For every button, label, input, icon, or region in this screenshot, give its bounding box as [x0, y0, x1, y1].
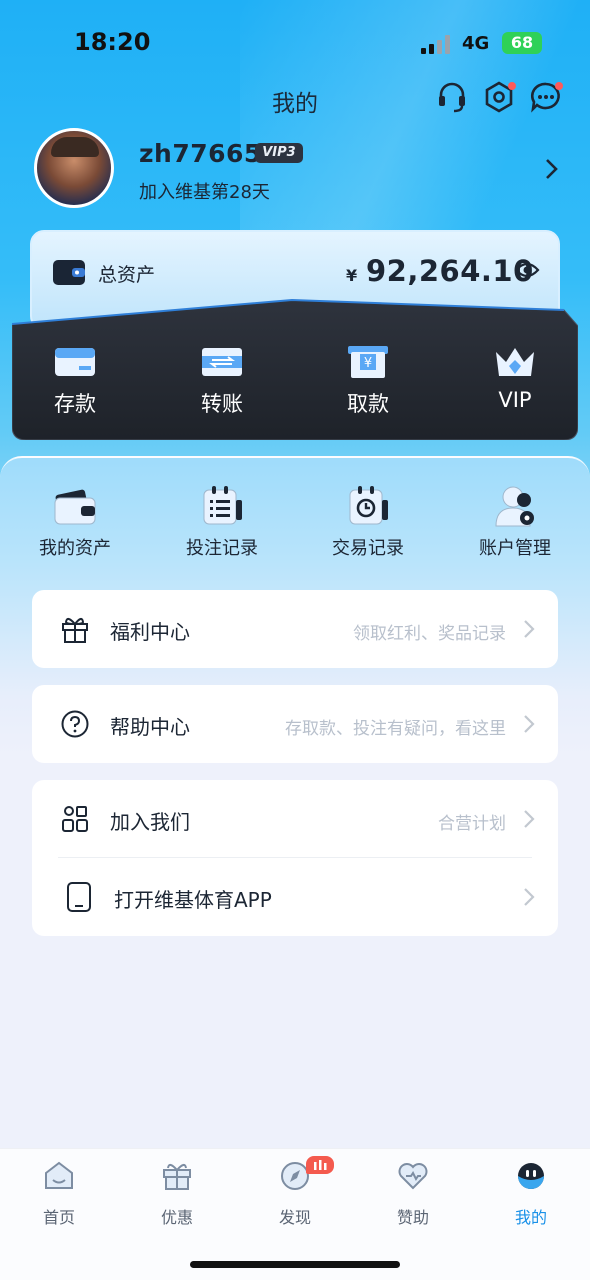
settings-icon[interactable]	[482, 80, 516, 114]
chevron-right-icon[interactable]	[540, 156, 564, 182]
network-type: 4G	[462, 33, 490, 54]
vip-badge: VIP3	[255, 143, 303, 163]
deposit-card-icon	[53, 344, 97, 380]
status-bar: 18:20 4G 68	[0, 0, 590, 88]
bet-record-label: 投注记录	[186, 538, 258, 559]
live-badge-icon	[306, 1156, 334, 1174]
tab-home-label: 首页	[42, 1208, 75, 1227]
svg-text:¥: ¥	[364, 356, 372, 371]
bet-record-icon	[200, 484, 244, 528]
profile-face-icon	[515, 1160, 547, 1192]
tab-home[interactable]: 首页	[19, 1160, 99, 1230]
help-icon	[60, 709, 90, 739]
settings-notification-dot	[508, 82, 516, 90]
messages-icon[interactable]	[529, 80, 563, 114]
withdraw-button[interactable]: ¥ 取款	[323, 340, 413, 420]
bet-record-button[interactable]: 投注记录	[152, 484, 292, 564]
tab-mine-label: 我的	[514, 1208, 547, 1227]
chevron-right-icon	[522, 808, 536, 830]
joined-days: 加入维基第28天	[139, 182, 270, 203]
transaction-record-button[interactable]: 交易记录	[298, 484, 438, 564]
join-us-hint: 合营计划	[438, 814, 506, 834]
vip-label: VIP	[498, 388, 532, 412]
transfer-icon	[200, 344, 244, 380]
battery-indicator: 68	[502, 32, 542, 54]
customer-service-icon[interactable]	[435, 80, 469, 114]
withdraw-icon: ¥	[346, 344, 390, 380]
my-assets-button[interactable]: 我的资产	[5, 484, 145, 564]
help-center-title: 帮助中心	[110, 715, 190, 739]
home-icon	[43, 1160, 75, 1192]
open-app-row[interactable]: 打开维基体育APP	[32, 858, 558, 936]
help-center-hint: 存取款、投注有疑问，看这里	[285, 719, 506, 739]
account-settings-icon	[493, 484, 537, 528]
transaction-record-icon	[346, 484, 390, 528]
gift-icon	[161, 1160, 193, 1192]
welfare-center-card: 福利中心 领取红利、奖品记录	[32, 590, 558, 668]
tab-discover-label: 发现	[278, 1208, 311, 1227]
wallet-icon	[53, 484, 97, 528]
account-management-button[interactable]: 账户管理	[445, 484, 585, 564]
deposit-button[interactable]: 存款	[30, 340, 120, 420]
eye-icon[interactable]	[514, 260, 540, 280]
total-assets-label: 总资产	[98, 264, 156, 286]
transfer-button[interactable]: 转账	[177, 340, 267, 420]
team-icon	[60, 804, 90, 834]
vip-button[interactable]: VIP	[470, 340, 560, 420]
heart-icon	[397, 1160, 429, 1192]
welfare-center-row[interactable]: 福利中心 领取红利、奖品记录	[32, 590, 558, 668]
join-us-title: 加入我们	[110, 810, 190, 834]
withdraw-label: 取款	[347, 392, 389, 416]
welfare-center-hint: 领取红利、奖品记录	[353, 624, 506, 644]
messages-notification-dot	[555, 82, 563, 90]
chevron-right-icon	[522, 713, 536, 735]
transaction-record-label: 交易记录	[332, 538, 404, 559]
join-us-row[interactable]: 加入我们 合营计划	[32, 780, 558, 858]
join-card: 加入我们 合营计划 打开维基体育APP	[32, 780, 558, 936]
signal-icon	[421, 34, 451, 54]
open-app-title: 打开维基体育APP	[114, 888, 272, 912]
account-management-label: 账户管理	[479, 538, 551, 559]
avatar[interactable]	[34, 128, 114, 208]
crown-icon	[493, 344, 537, 380]
chevron-right-icon	[522, 886, 536, 908]
home-indicator	[190, 1261, 400, 1268]
transfer-label: 转账	[201, 392, 243, 416]
help-center-card: 帮助中心 存取款、投注有疑问，看这里	[32, 685, 558, 763]
my-assets-label: 我的资产	[39, 538, 111, 559]
deposit-label: 存款	[54, 392, 96, 416]
tab-sponsor[interactable]: 赞助	[373, 1160, 453, 1230]
wallet-icon	[52, 257, 86, 287]
status-time: 18:20	[74, 28, 151, 56]
phone-icon	[64, 882, 94, 912]
tab-mine[interactable]: 我的	[491, 1160, 571, 1230]
help-center-row[interactable]: 帮助中心 存取款、投注有疑问，看这里	[32, 685, 558, 763]
tab-promotions-label: 优惠	[160, 1208, 193, 1227]
welfare-center-title: 福利中心	[110, 620, 190, 644]
tab-promotions[interactable]: 优惠	[137, 1160, 217, 1230]
tab-sponsor-label: 赞助	[396, 1208, 429, 1227]
gift-icon	[60, 614, 90, 644]
currency-symbol: ¥	[346, 266, 358, 285]
total-assets-value: 92,264.10	[366, 254, 534, 288]
chevron-right-icon	[522, 618, 536, 640]
